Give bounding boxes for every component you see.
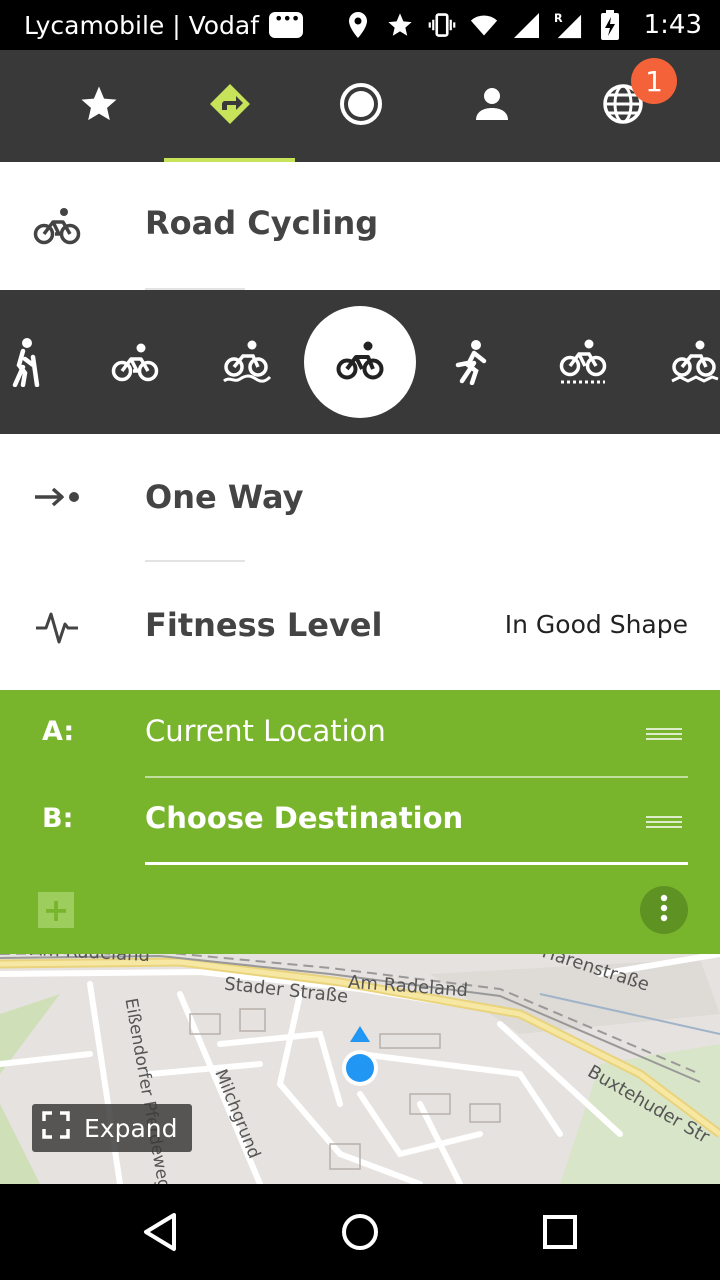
- waypoint-b-underline: [145, 862, 688, 865]
- top-navigation: 1: [0, 50, 720, 162]
- carrier-name: Lycamobile | Vodaf: [24, 10, 260, 40]
- one-way-icon: [30, 470, 84, 524]
- drag-handle-b[interactable]: [646, 816, 682, 828]
- roaming-signal-icon: R: [554, 11, 582, 39]
- tab-discover[interactable]: 1: [557, 50, 688, 162]
- location-pin-icon: [344, 11, 372, 39]
- tab-route-planner[interactable]: [164, 50, 295, 162]
- road-bike-icon: [336, 339, 384, 385]
- waypoint-a-underline: [145, 776, 688, 778]
- route-type-label: One Way: [145, 478, 304, 516]
- drag-handle-a[interactable]: [646, 728, 682, 740]
- sport-label: Road Cycling: [145, 204, 379, 242]
- clock: 1:43: [643, 10, 702, 40]
- vibrate-icon: [428, 11, 456, 39]
- bicycle-icon[interactable]: [95, 316, 175, 408]
- expand-label: Expand: [84, 1113, 178, 1143]
- expand-map-button[interactable]: Expand: [32, 1104, 192, 1152]
- wifi-icon: [470, 11, 498, 39]
- pulse-icon: [30, 599, 84, 653]
- mountain-bike-icon[interactable]: [207, 316, 287, 408]
- waypoint-a-field[interactable]: Current Location: [145, 714, 386, 748]
- fitness-value: In Good Shape: [504, 610, 688, 639]
- tab-favorites[interactable]: [33, 50, 164, 162]
- notification-badge: 1: [631, 58, 677, 104]
- svg-text:R: R: [554, 12, 563, 25]
- fitness-label: Fitness Level: [145, 606, 383, 644]
- person-icon: [472, 84, 512, 128]
- mtb-icon[interactable]: [655, 316, 720, 408]
- star-icon: [78, 83, 120, 129]
- tab-profile[interactable]: [426, 50, 557, 162]
- record-icon: [339, 82, 383, 130]
- waypoint-b-letter: B:: [42, 803, 74, 834]
- home-icon[interactable]: [330, 1202, 390, 1262]
- more-options-button[interactable]: [640, 886, 688, 934]
- waypoint-b-field[interactable]: Choose Destination: [145, 801, 463, 835]
- hiking-icon[interactable]: [0, 316, 65, 408]
- battery-charging-icon: [596, 10, 624, 40]
- sport-row[interactable]: Road Cycling: [0, 162, 720, 290]
- more-vert-icon: [660, 894, 668, 926]
- fitness-row[interactable]: Fitness Level In Good Shape: [0, 562, 720, 690]
- route-type-row[interactable]: One Way: [0, 434, 720, 562]
- route-arrow-icon: [208, 82, 252, 130]
- status-bar: Lycamobile | Vodaf R 1:43: [0, 0, 720, 50]
- gravel-bike-icon[interactable]: [543, 316, 623, 408]
- signal-icon: [512, 11, 540, 39]
- road-bike-selected[interactable]: [304, 306, 416, 418]
- waypoint-a-letter: A:: [42, 716, 75, 747]
- system-navigation-bar: [0, 1184, 720, 1280]
- tab-record[interactable]: [295, 50, 426, 162]
- fullscreen-icon: [42, 1111, 70, 1145]
- star-icon: [386, 11, 414, 39]
- bicycle-icon: [30, 199, 84, 253]
- plus-icon: +: [42, 891, 70, 929]
- add-waypoint-button[interactable]: +: [38, 892, 74, 928]
- message-icon: [269, 9, 304, 38]
- back-icon[interactable]: [130, 1202, 190, 1262]
- running-icon[interactable]: [432, 316, 512, 408]
- recents-icon[interactable]: [530, 1202, 590, 1262]
